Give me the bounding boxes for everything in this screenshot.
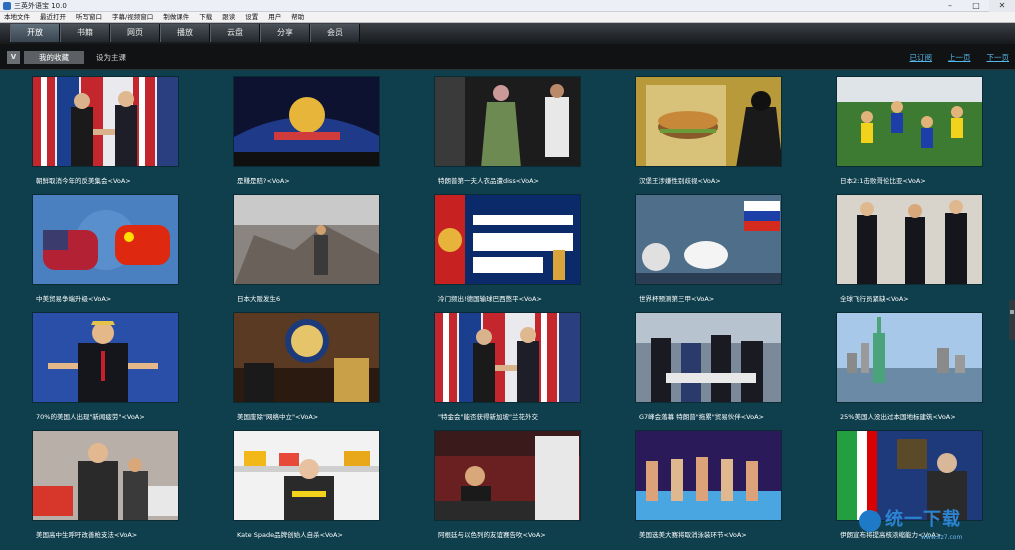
tile-thumbnail[interactable] xyxy=(434,430,581,521)
v-badge[interactable]: V xyxy=(7,51,20,64)
tile-caption[interactable]: 是赚是赔?<VoA> xyxy=(237,177,412,186)
window-controls: – □ ✕ xyxy=(937,0,1015,12)
menu-bar: 本地文件 最近打开 听写窗口 字幕/视频窗口 制做课件 下载 跟读 设置 用户 … xyxy=(0,12,1015,23)
watermark-text: 统一下载 xyxy=(885,509,961,530)
nav-tab-share[interactable]: 分享 xyxy=(260,24,310,42)
content-tile[interactable]: 全球飞行员紧缺<VoA> xyxy=(836,194,1015,309)
subscribed-link[interactable]: 已订阅 xyxy=(910,52,933,64)
minimize-icon[interactable]: – xyxy=(937,0,963,12)
content-tile[interactable]: 日本2:1击败哥伦比亚<VoA> xyxy=(836,76,1015,191)
menu-item[interactable]: 用户 xyxy=(268,12,281,22)
content-tile[interactable]: 冷门频出!德国输球巴西憋平<VoA> xyxy=(434,194,614,309)
app-icon xyxy=(3,2,11,10)
app-window: 三英外语宝 10.0 – □ ✕ 本地文件 最近打开 听写窗口 字幕/视频窗口 … xyxy=(0,0,1015,550)
tile-thumbnail[interactable] xyxy=(836,194,983,285)
tile-caption[interactable]: 70%的美国人出现"新闻疲劳"<VoA> xyxy=(36,413,211,422)
tile-thumbnail[interactable] xyxy=(635,312,782,403)
content-tile[interactable]: 中美贸易争端升级<VoA> xyxy=(32,194,212,309)
tile-caption[interactable]: 美国废除"网络中立"<VoA> xyxy=(237,413,412,422)
content-grid: 朝鲜取消今年的反美集会<VoA> 是赚是赔?<VoA> 特朗普第一夫人衣品遭diss… xyxy=(0,70,1015,550)
tile-thumbnail[interactable] xyxy=(635,430,782,521)
menu-item[interactable]: 本地文件 xyxy=(4,12,30,22)
tile-thumbnail[interactable] xyxy=(635,76,782,167)
content-tile[interactable]: 25%美国人没出过本国地标建筑<VoA> xyxy=(836,312,1015,427)
tile-thumbnail[interactable] xyxy=(434,194,581,285)
content-tile[interactable]: 汉堡王涉嫌性别歧视<VoA> xyxy=(635,76,815,191)
content-tile[interactable]: 是赚是赔?<VoA> xyxy=(233,76,413,191)
nav-tab-member[interactable]: 会员 xyxy=(310,24,360,42)
tile-thumbnail[interactable] xyxy=(233,194,380,285)
content-tile[interactable]: 美国废除"网络中立"<VoA> xyxy=(233,312,413,427)
tile-caption[interactable]: 特朗普第一夫人衣品遭diss<VoA> xyxy=(438,177,613,186)
menu-item[interactable]: 听写窗口 xyxy=(76,12,102,22)
tile-caption[interactable]: 阿根廷与以色列的友谊赛告吹<VoA> xyxy=(438,531,613,540)
watermark: 统一下载 www.xz7.com xyxy=(859,506,1009,546)
nav-tab-web[interactable]: 网页 xyxy=(110,24,160,42)
content-tile[interactable]: G7峰会落幕 特朗普"拖累"贸易伙伴<VoA> xyxy=(635,312,815,427)
content-tile[interactable]: 70%的美国人出现"新闻疲劳"<VoA> xyxy=(32,312,212,427)
title-bar: 三英外语宝 10.0 – □ ✕ xyxy=(0,0,1015,12)
tile-thumbnail[interactable] xyxy=(32,312,179,403)
nav-tab-play[interactable]: 播放 xyxy=(160,24,210,42)
tile-caption[interactable]: 25%美国人没出过本国地标建筑<VoA> xyxy=(840,413,1015,422)
content-tile[interactable]: "特金会"能否获得新加坡"兰花外交 xyxy=(434,312,614,427)
tile-caption[interactable]: Kate Spade品牌创始人自杀<VoA> xyxy=(237,531,412,540)
tile-caption[interactable]: 朝鲜取消今年的反美集会<VoA> xyxy=(36,177,211,186)
menu-item[interactable]: 跟读 xyxy=(222,12,235,22)
favorites-tab[interactable]: 我的收藏 xyxy=(24,51,84,64)
nav-tab-open[interactable]: 开放 xyxy=(10,24,60,42)
content-tile[interactable]: 朝鲜取消今年的反美集会<VoA> xyxy=(32,76,212,191)
tile-caption[interactable]: 美国选美大赛将取消泳装环节<VoA> xyxy=(639,531,814,540)
next-page-link[interactable]: 下一页 xyxy=(987,52,1010,64)
set-home-link[interactable]: 设为主课 xyxy=(90,51,132,64)
nav-tab-books[interactable]: 书籍 xyxy=(60,24,110,42)
tile-thumbnail[interactable] xyxy=(836,76,983,167)
watermark-logo xyxy=(859,510,881,532)
content-tile[interactable]: 美国选美大赛将取消泳装环节<VoA> xyxy=(635,430,815,545)
tile-caption[interactable]: "特金会"能否获得新加坡"兰花外交 xyxy=(438,413,613,422)
close-icon[interactable]: ✕ xyxy=(989,0,1015,12)
menu-item[interactable]: 制做课件 xyxy=(163,12,189,22)
tile-caption[interactable]: 冷门频出!德国输球巴西憋平<VoA> xyxy=(438,295,613,304)
tile-thumbnail[interactable] xyxy=(233,312,380,403)
pager: 已订阅 上一页 下一页 xyxy=(894,52,1010,64)
tile-thumbnail[interactable] xyxy=(836,312,983,403)
content-tile[interactable]: 阿根廷与以色列的友谊赛告吹<VoA> xyxy=(434,430,614,545)
tile-caption[interactable]: G7峰会落幕 特朗普"拖累"贸易伙伴<VoA> xyxy=(639,413,814,422)
content-tile[interactable]: 美国高中生呼吁改善枪支法<VoA> xyxy=(32,430,212,545)
content-tile[interactable]: 日本大阪发生6 xyxy=(233,194,413,309)
content-tile[interactable]: 世界杯预测第三甲<VoA> xyxy=(635,194,815,309)
tile-thumbnail[interactable] xyxy=(32,76,179,167)
tile-thumbnail[interactable] xyxy=(233,76,380,167)
tile-caption[interactable]: 美国高中生呼吁改善枪支法<VoA> xyxy=(36,531,211,540)
tile-thumbnail[interactable] xyxy=(434,76,581,167)
tile-caption[interactable]: 汉堡王涉嫌性别歧视<VoA> xyxy=(639,177,814,186)
menu-item[interactable]: 帮助 xyxy=(291,12,304,22)
tile-caption[interactable]: 日本大阪发生6 xyxy=(237,295,412,304)
tile-thumbnail[interactable] xyxy=(434,312,581,403)
tile-thumbnail[interactable] xyxy=(635,194,782,285)
content-tile[interactable]: 特朗普第一夫人衣品遭diss<VoA> xyxy=(434,76,614,191)
nav-bar: 开放 书籍 网页 播放 云盘 分享 会员 xyxy=(0,23,1015,44)
menu-item[interactable]: 字幕/视频窗口 xyxy=(112,12,153,22)
window-title: 三英外语宝 10.0 xyxy=(14,2,67,10)
watermark-url: www.xz7.com xyxy=(921,534,963,541)
nav-tab-cloud[interactable]: 云盘 xyxy=(210,24,260,42)
tile-thumbnail[interactable] xyxy=(233,430,380,521)
maximize-icon[interactable]: □ xyxy=(963,0,989,12)
tile-caption[interactable]: 日本2:1击败哥伦比亚<VoA> xyxy=(840,177,1015,186)
sub-bar: V 我的收藏 设为主课 已订阅 上一页 下一页 xyxy=(0,44,1015,70)
tile-caption[interactable]: 全球飞行员紧缺<VoA> xyxy=(840,295,1015,304)
content-tile[interactable]: Kate Spade品牌创始人自杀<VoA> xyxy=(233,430,413,545)
menu-item[interactable]: 设置 xyxy=(245,12,258,22)
tile-thumbnail[interactable] xyxy=(32,430,179,521)
menu-item[interactable]: 下载 xyxy=(199,12,212,22)
prev-page-link[interactable]: 上一页 xyxy=(948,52,971,64)
tile-caption[interactable]: 中美贸易争端升级<VoA> xyxy=(36,295,211,304)
side-scroll-handle[interactable] xyxy=(1009,300,1015,340)
tile-thumbnail[interactable] xyxy=(32,194,179,285)
tile-caption[interactable]: 世界杯预测第三甲<VoA> xyxy=(639,295,814,304)
menu-item[interactable]: 最近打开 xyxy=(40,12,66,22)
